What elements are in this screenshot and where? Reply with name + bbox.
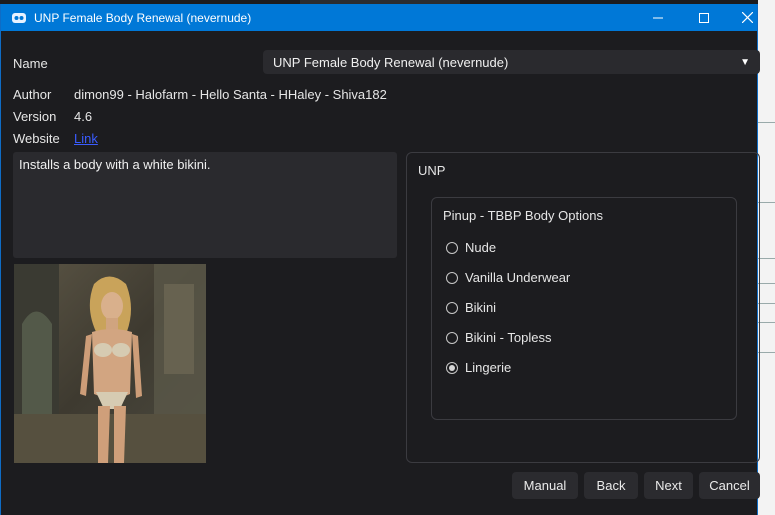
window-title: UNP Female Body Renewal (nevernude) bbox=[34, 10, 252, 25]
unp-group: UNP Pinup - TBBP Body Options Nude Vanil… bbox=[406, 152, 760, 463]
manual-button[interactable]: Manual bbox=[512, 472, 578, 499]
body-options-group: Pinup - TBBP Body Options Nude Vanilla U… bbox=[431, 197, 737, 420]
name-select[interactable]: UNP Female Body Renewal (nevernude) ▼ bbox=[263, 50, 760, 74]
installer-window: UNP Female Body Renewal (nevernude) Name… bbox=[0, 4, 760, 515]
radio-icon bbox=[446, 241, 458, 254]
preview-picture bbox=[14, 264, 206, 463]
maximize-button[interactable] bbox=[681, 4, 727, 31]
option-label: Bikini - Topless bbox=[465, 330, 552, 345]
author-label: Author bbox=[13, 87, 52, 102]
name-label: Name bbox=[13, 56, 48, 71]
website-label: Website bbox=[13, 131, 60, 146]
option-lingerie[interactable]: Lingerie bbox=[446, 360, 511, 375]
option-label: Bikini bbox=[465, 300, 497, 315]
app-icon bbox=[12, 12, 26, 23]
cancel-button[interactable]: Cancel bbox=[699, 472, 760, 499]
body-options-title: Pinup - TBBP Body Options bbox=[443, 208, 603, 223]
name-select-value: UNP Female Body Renewal (nevernude) bbox=[273, 54, 509, 70]
radio-checked-icon bbox=[446, 361, 458, 374]
close-button[interactable] bbox=[724, 4, 770, 31]
title-bar[interactable]: UNP Female Body Renewal (nevernude) bbox=[1, 4, 757, 31]
description-text: Installs a body with a white bikini. bbox=[19, 157, 211, 172]
chevron-down-icon: ▼ bbox=[740, 56, 750, 68]
option-bikini-topless[interactable]: Bikini - Topless bbox=[446, 330, 551, 345]
option-label: Lingerie bbox=[465, 360, 512, 375]
option-nude[interactable]: Nude bbox=[446, 240, 496, 255]
minimize-icon bbox=[653, 17, 663, 18]
group-title: UNP bbox=[418, 163, 446, 178]
option-label: Vanilla Underwear bbox=[465, 270, 571, 285]
close-icon bbox=[741, 12, 753, 23]
radio-icon bbox=[446, 271, 458, 284]
version-label: Version bbox=[13, 109, 57, 124]
preview-image bbox=[14, 264, 206, 463]
author-value: dimon99 - Halofarm - Hello Santa - HHale… bbox=[74, 87, 387, 102]
version-value: 4.6 bbox=[74, 109, 93, 124]
maximize-icon bbox=[699, 12, 709, 23]
option-vanilla-underwear[interactable]: Vanilla Underwear bbox=[446, 270, 570, 285]
option-bikini[interactable]: Bikini bbox=[446, 300, 496, 315]
radio-icon bbox=[446, 331, 458, 344]
minimize-button[interactable] bbox=[635, 4, 681, 31]
back-button[interactable]: Back bbox=[584, 472, 638, 499]
background-desktop bbox=[758, 0, 775, 515]
website-link[interactable]: Link bbox=[74, 131, 98, 146]
next-button[interactable]: Next bbox=[644, 472, 693, 499]
option-label: Nude bbox=[465, 240, 497, 255]
radio-icon bbox=[446, 301, 458, 314]
description-box[interactable]: Installs a body with a white bikini. bbox=[13, 152, 397, 258]
